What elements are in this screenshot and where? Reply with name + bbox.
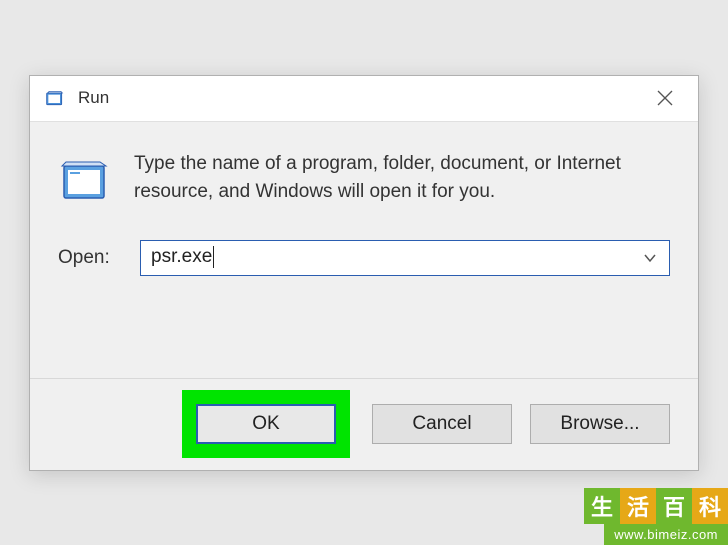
open-input-value: psr.exe xyxy=(151,246,639,268)
window-title: Run xyxy=(78,88,636,108)
input-row: Open: psr.exe xyxy=(58,240,670,276)
watermark: 生 活 百 科 www.bimeiz.com xyxy=(584,488,728,545)
open-combobox[interactable]: psr.exe xyxy=(140,240,670,276)
run-dialog: Run Type the name of a program, folder, … xyxy=(29,75,699,471)
run-icon xyxy=(44,87,66,109)
close-icon xyxy=(657,90,673,106)
description-row: Type the name of a program, folder, docu… xyxy=(58,150,670,208)
chevron-down-icon[interactable] xyxy=(639,241,661,275)
browse-button[interactable]: Browse... xyxy=(530,404,670,444)
description-text: Type the name of a program, folder, docu… xyxy=(134,150,670,207)
close-button[interactable] xyxy=(636,75,694,121)
titlebar: Run xyxy=(30,76,698,122)
watermark-char: 生 xyxy=(584,488,620,524)
watermark-char: 科 xyxy=(692,488,728,524)
run-icon-large xyxy=(58,152,114,208)
watermark-url: www.bimeiz.com xyxy=(604,524,728,545)
ok-button[interactable]: OK xyxy=(196,404,336,444)
cancel-button[interactable]: Cancel xyxy=(372,404,512,444)
watermark-char: 百 xyxy=(656,488,692,524)
watermark-char: 活 xyxy=(620,488,656,524)
ok-highlight: OK xyxy=(182,390,350,458)
dialog-body: Type the name of a program, folder, docu… xyxy=(30,122,698,378)
button-bar: OK Cancel Browse... xyxy=(30,378,698,470)
open-label: Open: xyxy=(58,247,122,269)
